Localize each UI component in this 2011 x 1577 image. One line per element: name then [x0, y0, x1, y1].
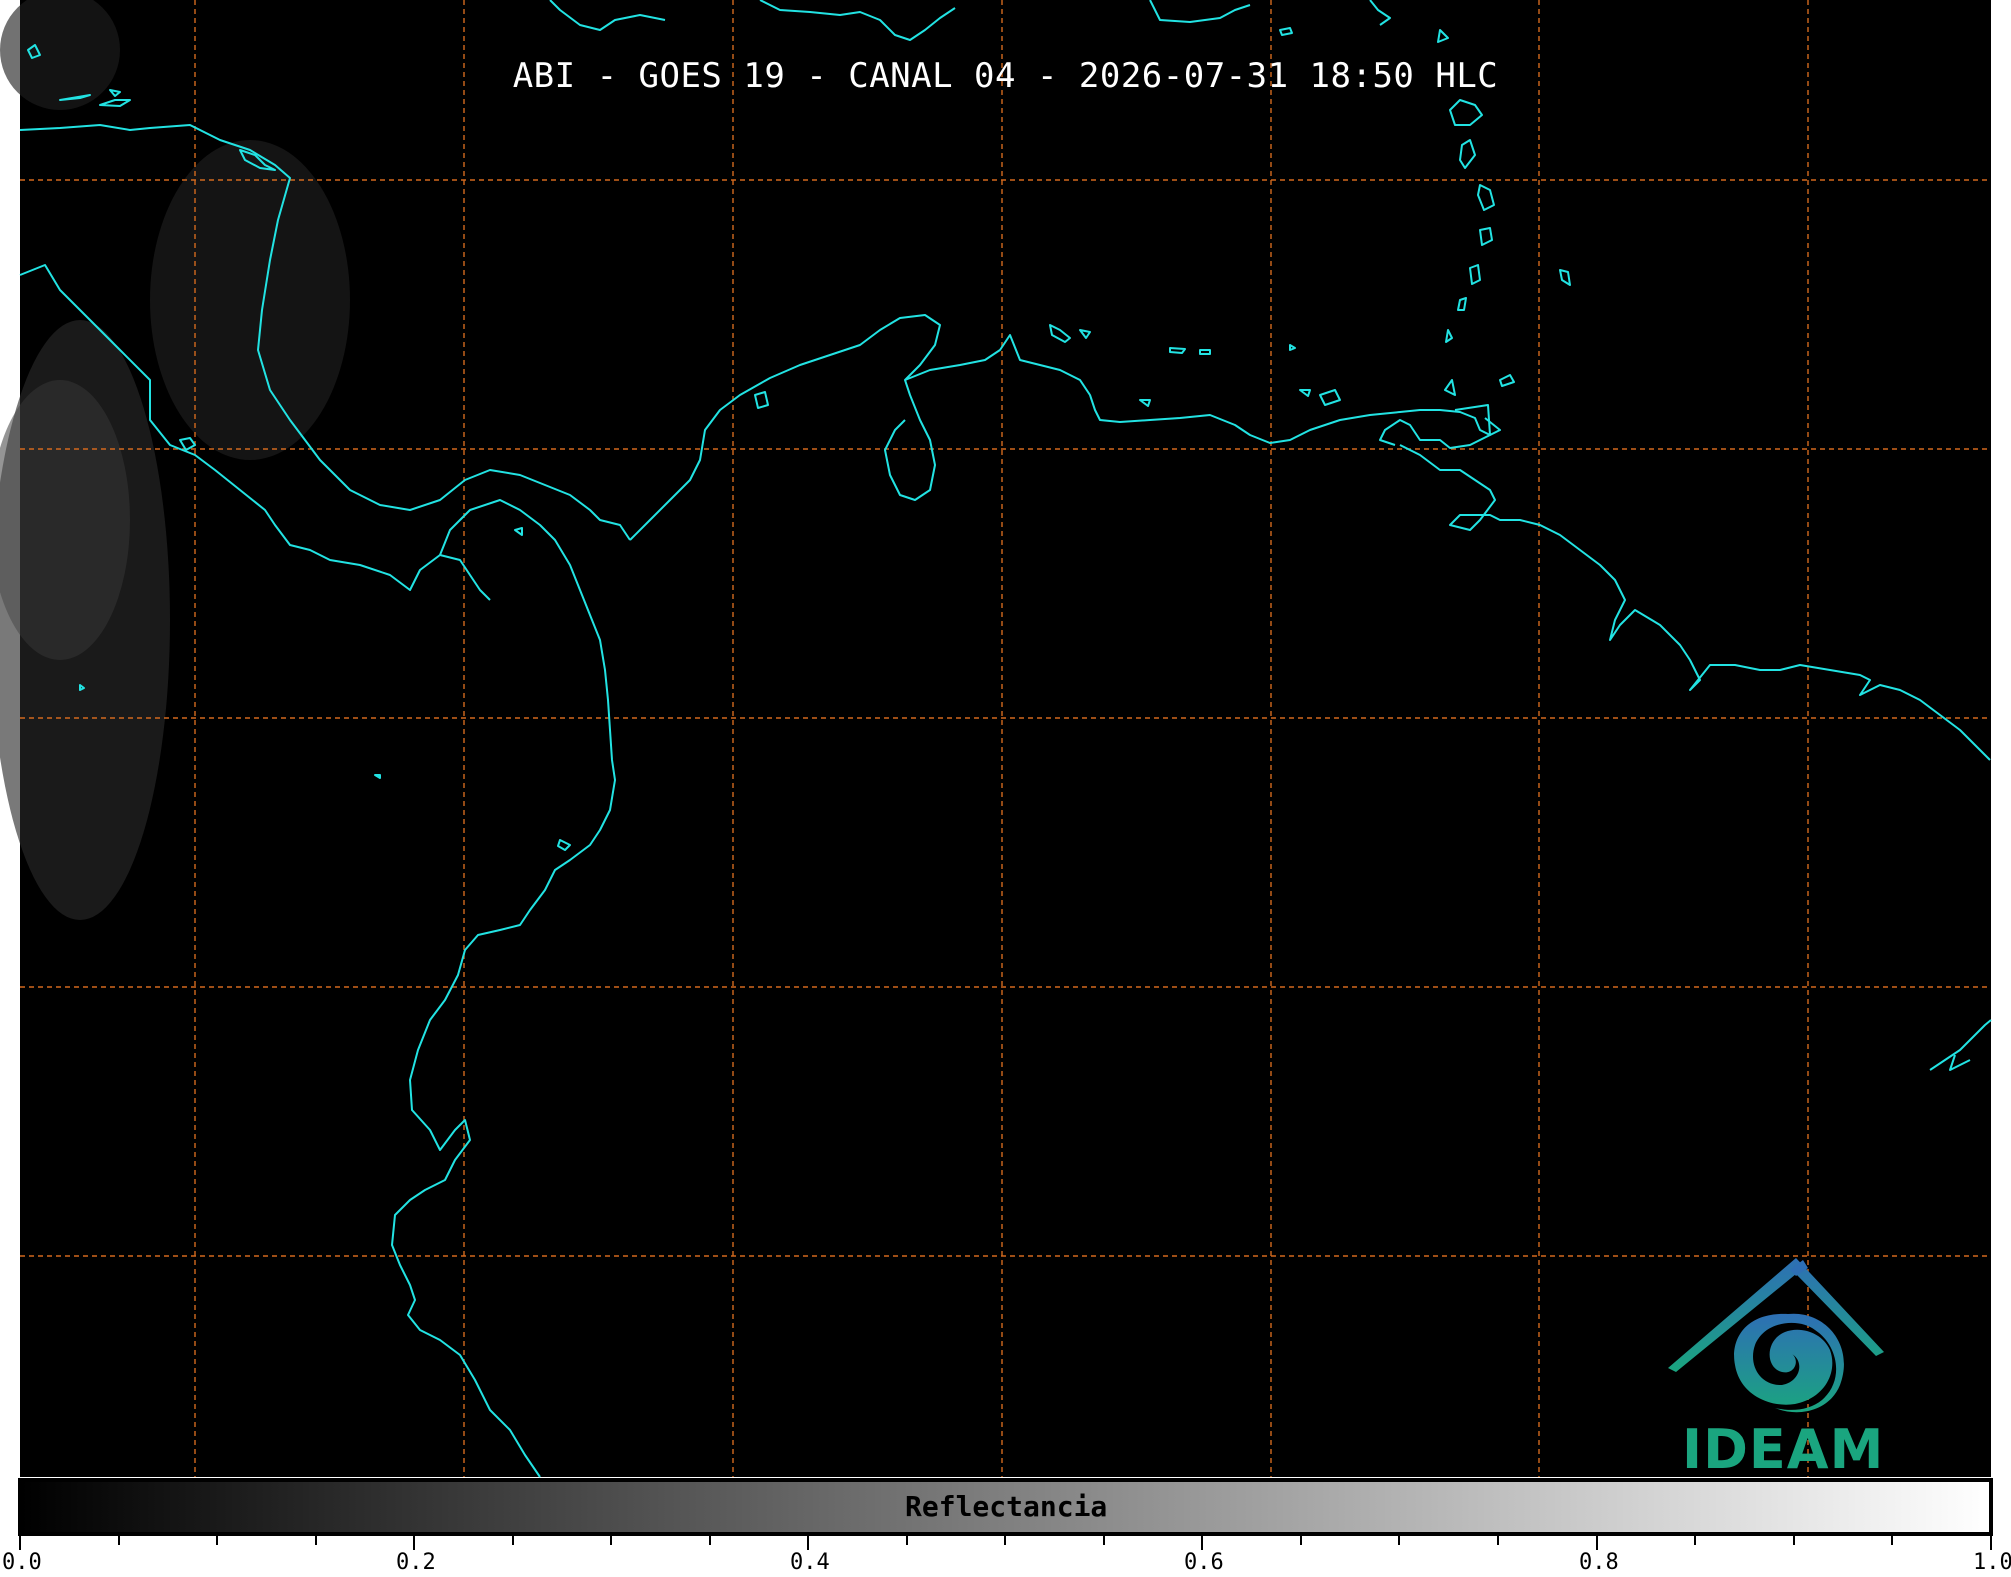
- satellite-map: [0, 0, 1993, 1550]
- colorbar-label: Reflectancia: [905, 1490, 1108, 1523]
- colorbar-tick-label: 0.2: [396, 1550, 436, 1575]
- colorbar-tick-label: 0.4: [790, 1550, 830, 1575]
- colorbar-tick-label: 0.0: [2, 1550, 42, 1575]
- logo-text: IDEAM: [1682, 1418, 1885, 1481]
- map-title: ABI - GOES 19 - CANAL 04 - 2026-07-31 18…: [512, 56, 1499, 96]
- colorbar-tick-label: 0.6: [1184, 1550, 1224, 1575]
- colorbar-tick-label: 0.8: [1579, 1550, 1619, 1575]
- colorbar-tick-label: 1.0: [1973, 1550, 2011, 1575]
- colorbar-ticks: [19, 1534, 1992, 1550]
